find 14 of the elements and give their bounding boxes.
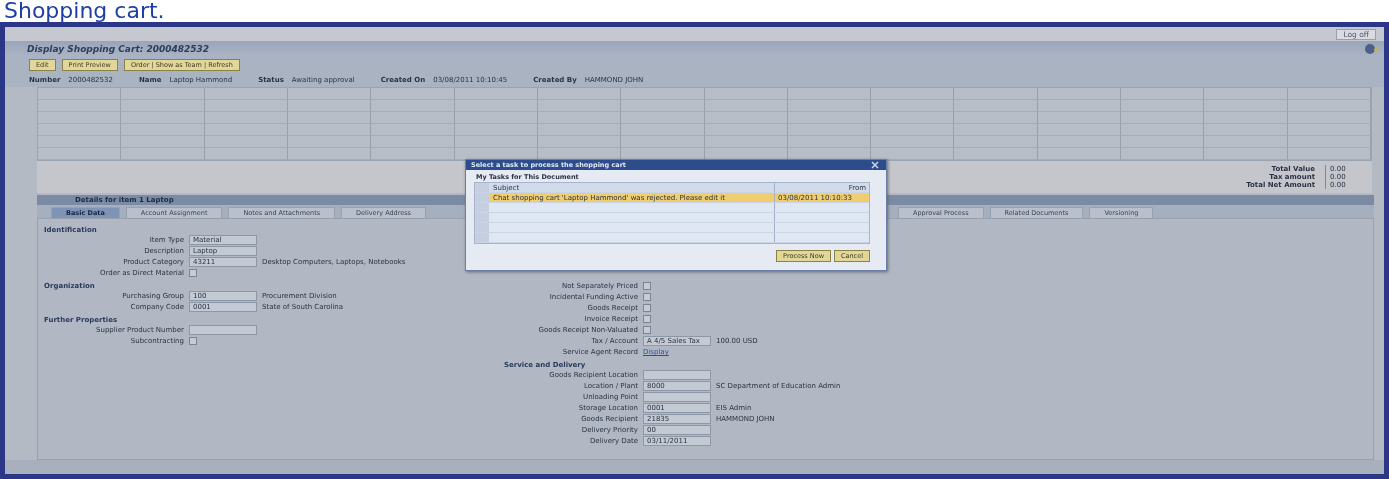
checkbox[interactable] [189, 269, 197, 277]
input-field[interactable] [189, 325, 257, 335]
close-icon[interactable] [869, 161, 881, 169]
checkbox[interactable] [643, 326, 651, 334]
checkbox[interactable] [643, 293, 651, 301]
checkbox[interactable] [643, 304, 651, 312]
page-heading: Shopping cart. [4, 0, 165, 22]
checkbox[interactable] [643, 315, 651, 323]
checkbox[interactable] [643, 282, 651, 290]
window-title: Display Shopping Cart: 2000482532 [27, 44, 210, 54]
help-icon[interactable] [1364, 43, 1378, 55]
checkbox[interactable] [189, 337, 197, 345]
input-field[interactable] [643, 370, 711, 380]
input-field[interactable] [643, 392, 711, 402]
